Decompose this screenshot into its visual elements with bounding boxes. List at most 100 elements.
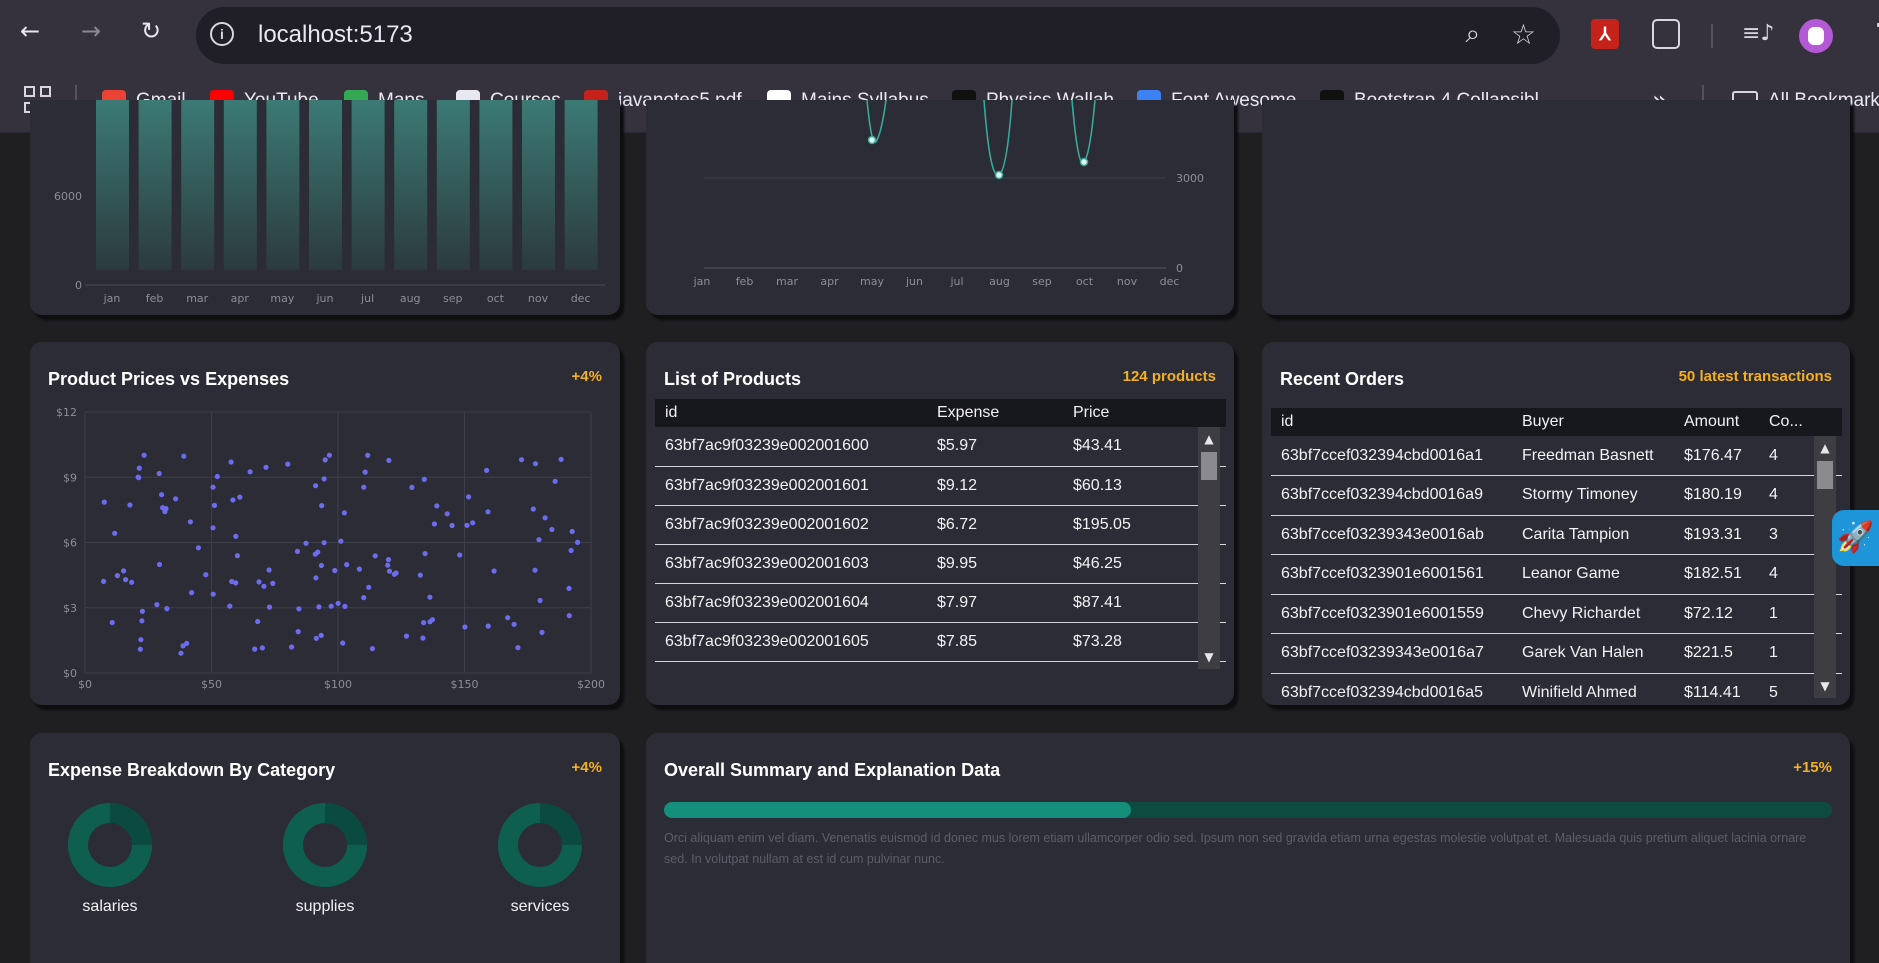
x-tick-label: apr bbox=[231, 292, 250, 305]
table-row[interactable]: 63bf7ccef0323901e6001559 Chevy Richardet $… bbox=[1271, 594, 1842, 634]
scroll-thumb[interactable] bbox=[1817, 461, 1833, 489]
scroll-down-arrow-icon[interactable]: ▼ bbox=[1198, 648, 1220, 666]
scatter-point bbox=[230, 497, 236, 503]
profile-avatar[interactable] bbox=[1799, 19, 1833, 53]
scatter-point bbox=[313, 575, 319, 581]
x-tick-label: oct bbox=[1076, 275, 1094, 288]
scatter-point bbox=[227, 603, 233, 609]
scatter-point bbox=[566, 613, 572, 619]
scatter-point bbox=[129, 579, 135, 585]
scatter-point bbox=[431, 521, 437, 527]
scatter-point bbox=[427, 594, 433, 600]
table-cell: $114.41 bbox=[1674, 673, 1759, 705]
table-row[interactable]: 63bf7ac9f03239e002001603 $9.95 $46.25 bbox=[655, 544, 1226, 584]
orders-scrollbar[interactable]: ▲ ▼ bbox=[1814, 436, 1836, 698]
extensions-puzzle-icon[interactable] bbox=[1652, 19, 1680, 49]
column-header-co[interactable]: Co... bbox=[1759, 408, 1842, 436]
scatter-point bbox=[385, 557, 392, 563]
scroll-thumb[interactable] bbox=[1201, 452, 1217, 480]
column-header-price[interactable]: Price bbox=[1063, 399, 1226, 427]
url-text[interactable]: localhost:5173 bbox=[258, 21, 413, 49]
scatter-point bbox=[127, 502, 133, 508]
address-bar[interactable]: i localhost:5173 ⌕ ☆ bbox=[196, 7, 1560, 64]
table-row[interactable]: 63bf7ccef0323901e6001561 Leanor Game $182.… bbox=[1271, 554, 1842, 595]
scatter-point bbox=[233, 533, 239, 539]
table-row[interactable]: 63bf7ac9f03239e002001605 $7.85 $73.28 bbox=[655, 622, 1226, 662]
scatter-point bbox=[470, 520, 476, 526]
scatter-point bbox=[263, 464, 269, 470]
x-tick-label: aug bbox=[400, 292, 421, 305]
rocket-icon[interactable]: 🚀 bbox=[1832, 510, 1879, 566]
table-row[interactable]: 63bf7ccef032394cbd0016a5 Winifield Ahmed $… bbox=[1271, 673, 1842, 705]
table-row[interactable]: 63bf7ac9f03239e002001600 $5.97 $43.41 bbox=[655, 427, 1226, 467]
scatter-point bbox=[181, 453, 187, 459]
scatter-point bbox=[372, 553, 378, 559]
products-scrollbar[interactable]: ▲ ▼ bbox=[1198, 427, 1220, 669]
scatter-point bbox=[484, 467, 490, 473]
browser-menu-icon[interactable]: ⋮ bbox=[1866, 18, 1879, 30]
scroll-down-arrow-icon[interactable]: ▼ bbox=[1814, 677, 1836, 695]
table-row[interactable]: 63bf7ac9f03239e002001601 $9.12 $60.13 bbox=[655, 466, 1226, 506]
scatter-point bbox=[537, 597, 543, 604]
scatter-point bbox=[429, 617, 435, 623]
reload-icon[interactable]: ↻ bbox=[138, 18, 164, 44]
zoom-icon[interactable]: ⌕ bbox=[1465, 19, 1480, 50]
table-cell: $221.5 bbox=[1674, 633, 1759, 674]
scatter-point bbox=[233, 580, 239, 586]
media-queue-icon[interactable]: ≡♪ bbox=[1742, 19, 1774, 49]
scatter-point bbox=[295, 629, 301, 635]
scatter-point bbox=[154, 602, 160, 608]
scatter-point bbox=[139, 618, 145, 624]
scatter-point bbox=[159, 492, 165, 498]
site-info-icon[interactable]: i bbox=[210, 22, 234, 46]
card-badge: 50 latest transactions bbox=[1678, 368, 1832, 385]
scatter-point bbox=[464, 522, 470, 528]
scatter-point bbox=[187, 519, 193, 525]
scatter-point bbox=[259, 645, 265, 651]
forward-arrow-icon[interactable]: → bbox=[78, 18, 104, 44]
scatter-point bbox=[344, 562, 350, 568]
donut-supplies: supplies bbox=[255, 803, 395, 916]
column-header-expense[interactable]: Expense bbox=[927, 399, 1063, 427]
scatter-point bbox=[211, 502, 218, 508]
bar-jul bbox=[351, 100, 385, 270]
scatter-point bbox=[466, 494, 472, 500]
summary-progress-bar bbox=[664, 802, 1832, 818]
scatter-point bbox=[203, 572, 209, 578]
y-tick-label: 3000 bbox=[1176, 172, 1204, 185]
table-cell: Stormy Timoney bbox=[1512, 475, 1674, 516]
scatter-point bbox=[505, 615, 511, 621]
monthly-bar-chart: 0 6000 jan feb mar apr may jun jul aug sep oct nov de… bbox=[54, 100, 605, 305]
scatter-point bbox=[422, 551, 428, 557]
scatter-point bbox=[457, 552, 463, 558]
table-row[interactable]: 63bf7ccef03239343e0016a7 Garek Van Halen $… bbox=[1271, 633, 1842, 674]
orders-table: id Buyer Amount Co... 63bf7ccef032394cbd001… bbox=[1271, 408, 1842, 705]
scatter-point bbox=[542, 515, 548, 521]
x-tick-label: jul bbox=[949, 275, 963, 288]
blank-card bbox=[1262, 100, 1850, 315]
column-header-amount[interactable]: Amount bbox=[1674, 408, 1759, 436]
bookmark-star-icon[interactable]: ☆ bbox=[1511, 18, 1536, 51]
scatter-point bbox=[266, 604, 273, 610]
scatter-point bbox=[321, 476, 327, 482]
column-header-buyer[interactable]: Buyer bbox=[1512, 408, 1674, 436]
back-arrow-icon[interactable]: ← bbox=[17, 18, 43, 44]
scatter-point bbox=[361, 484, 367, 490]
table-row[interactable]: 63bf7ccef032394cbd0016a1 Freedman Basnett… bbox=[1271, 436, 1842, 476]
column-header-id[interactable]: id bbox=[655, 399, 927, 427]
scroll-up-arrow-icon[interactable]: ▲ bbox=[1814, 439, 1836, 457]
pdf-extension-icon[interactable]: ⅄ bbox=[1591, 19, 1619, 49]
table-row[interactable]: 63bf7ccef03239343e0016ab Carita Tampion $1… bbox=[1271, 515, 1842, 555]
table-cell: 63bf7ccef032394cbd0016a9 bbox=[1271, 475, 1512, 516]
scroll-up-arrow-icon[interactable]: ▲ bbox=[1198, 430, 1220, 448]
table-row[interactable]: 63bf7ccef032394cbd0016a9 Stormy Timoney $1… bbox=[1271, 475, 1842, 516]
x-tick-label: may bbox=[270, 292, 294, 305]
scatter-point bbox=[247, 469, 253, 475]
series-line bbox=[866, 100, 887, 143]
table-row[interactable]: 63bf7ac9f03239e002001602 $6.72 $195.05 bbox=[655, 505, 1226, 545]
table-cell: Winifield Ahmed bbox=[1512, 673, 1674, 705]
column-header-id[interactable]: id bbox=[1271, 408, 1512, 436]
scatter-point bbox=[338, 538, 344, 544]
scatter-point bbox=[328, 603, 334, 609]
table-row[interactable]: 63bf7ac9f03239e002001604 $7.97 $87.41 bbox=[655, 583, 1226, 623]
